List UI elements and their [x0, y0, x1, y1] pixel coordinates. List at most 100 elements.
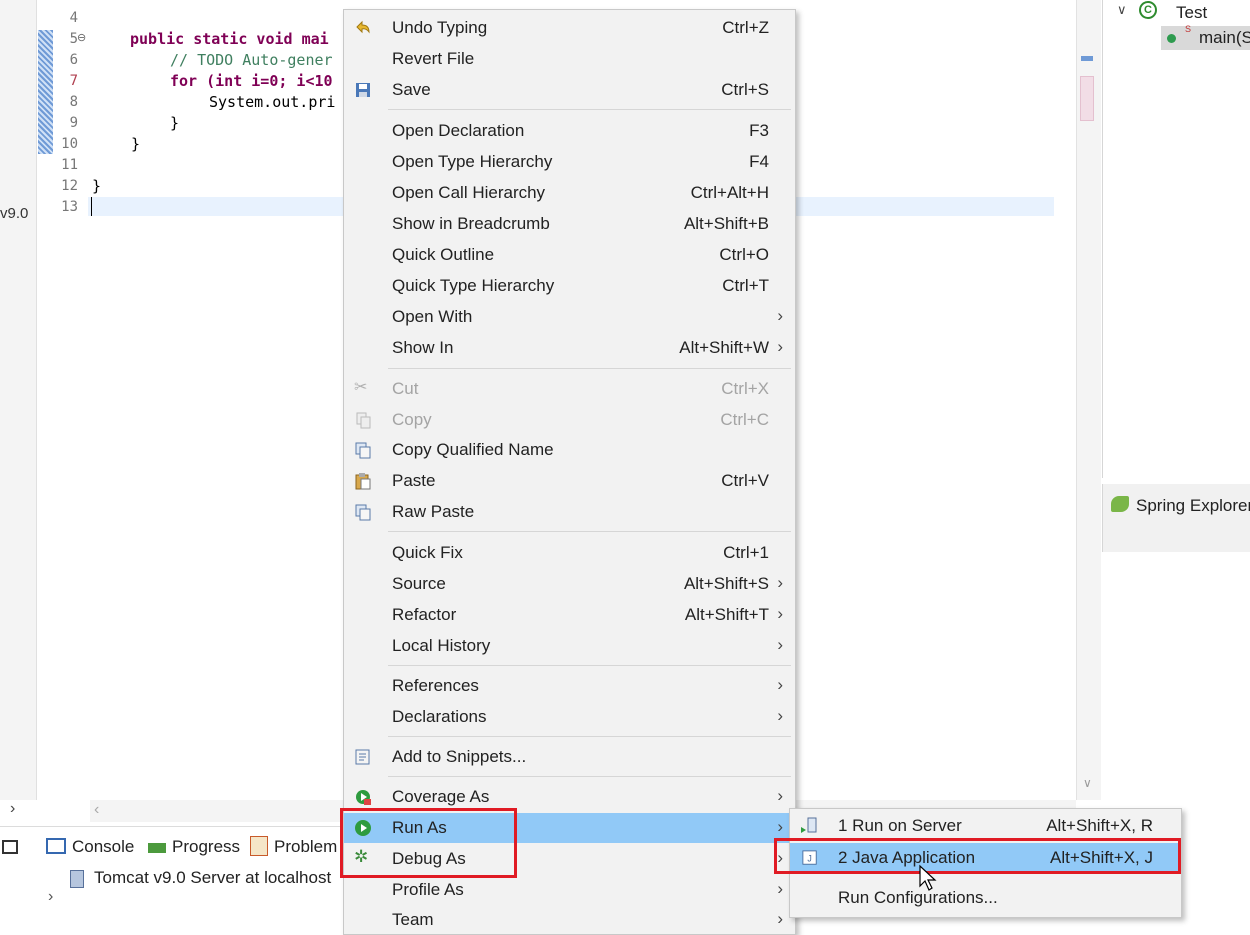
line-number: 7 [69, 73, 78, 89]
menu-item-open-type-hierarchy[interactable]: Open Type Hierarchy F4 [344, 147, 795, 177]
menu-item-show-in-breadcrumb[interactable]: Show in Breadcrumb Alt+Shift+B [344, 209, 795, 239]
copy-icon [356, 412, 371, 429]
menu-item-profile-as[interactable]: Profile As › [344, 875, 795, 905]
submenu-item-run-on-server[interactable]: 1 Run on Server Alt+Shift+X, R [790, 811, 1181, 841]
menu-item-references[interactable]: References › [344, 671, 795, 701]
code-line[interactable]: } [92, 177, 101, 195]
line-number: 5 [69, 31, 78, 47]
fold-icon[interactable]: ⊖ [77, 31, 86, 44]
tab-problems[interactable]: Problem [250, 832, 337, 862]
submenu-arrow-icon: › [777, 817, 783, 836]
server-entry[interactable]: Tomcat v9.0 Server at localhost [94, 868, 331, 888]
menu-item-undo-typing[interactable]: Undo Typing Ctrl+Z [344, 13, 795, 43]
paste-icon [355, 473, 371, 490]
menu-item-open-declaration[interactable]: Open Declaration F3 [344, 116, 795, 146]
menu-separator [388, 368, 791, 369]
menu-item-quick-fix[interactable]: Quick Fix Ctrl+1 [344, 538, 795, 568]
snippets-icon [355, 749, 370, 765]
static-marker-icon: S [1185, 24, 1192, 34]
undo-icon [356, 20, 370, 34]
progress-icon [148, 843, 166, 853]
code-line[interactable]: // TODO Auto-gener [170, 51, 333, 69]
menu-item-quick-type-hierarchy[interactable]: Quick Type Hierarchy Ctrl+T [344, 271, 795, 301]
line-number: 4 [69, 10, 78, 26]
spring-explorer-tab[interactable]: Spring Explorer [1136, 496, 1250, 516]
mouse-cursor-icon [919, 864, 937, 891]
annotation-box-java-application [774, 838, 1181, 874]
text-cursor [91, 197, 92, 216]
submenu-arrow-icon: › [777, 879, 783, 898]
outline-panel: ∨ C Test S main(S [1102, 0, 1250, 478]
line-number: 13 [61, 199, 78, 215]
tree-expand-icon[interactable]: › [48, 888, 53, 906]
line-number: 6 [69, 52, 78, 68]
line-number: 11 [61, 157, 78, 173]
tab-progress[interactable]: Progress [148, 832, 240, 862]
menu-item-local-history[interactable]: Local History › [344, 631, 795, 661]
spring-explorer-panel: Spring Explorer [1102, 484, 1250, 552]
menu-item-declarations[interactable]: Declarations › [344, 702, 795, 732]
expand-arrow-icon[interactable]: › [10, 800, 15, 818]
tree-collapse-icon[interactable]: ∨ [1117, 2, 1127, 18]
spring-leaf-icon [1111, 496, 1129, 512]
submenu-arrow-icon: › [777, 604, 783, 623]
scroll-thumb[interactable] [1080, 76, 1094, 121]
menu-separator [388, 531, 791, 532]
menu-item-copy-qualified-name[interactable]: Copy Qualified Name [344, 435, 795, 465]
menu-separator [388, 109, 791, 110]
menu-item-raw-paste[interactable]: Raw Paste [344, 497, 795, 527]
console-icon [46, 838, 66, 854]
submenu-item-run-configurations[interactable]: Run Configurations... [790, 883, 1181, 913]
menu-item-team[interactable]: Team › [344, 905, 795, 935]
outline-selected-row[interactable]: S main(S [1161, 24, 1250, 50]
submenu-arrow-icon: › [777, 675, 783, 694]
submenu-arrow-icon: › [777, 306, 783, 325]
copy-qualified-icon [355, 442, 371, 459]
outline-class-name[interactable]: Test [1176, 3, 1207, 23]
outline-method-name[interactable]: main(S [1199, 28, 1250, 48]
server-icon [801, 817, 817, 833]
class-icon: C [1139, 1, 1157, 19]
menu-item-open-call-hierarchy[interactable]: Open Call Hierarchy Ctrl+Alt+H [344, 178, 795, 208]
public-method-icon [1167, 34, 1176, 43]
change-ruler [38, 30, 53, 154]
menu-item-source[interactable]: Source Alt+Shift+S › [344, 569, 795, 599]
menu-item-show-in[interactable]: Show In Alt+Shift+W › [344, 333, 795, 363]
code-line[interactable]: for (int i=0; i<10 [170, 72, 333, 90]
menu-item-open-with[interactable]: Open With › [344, 302, 795, 332]
editor-left-margin [0, 0, 37, 800]
occurrence-marker[interactable] [1081, 56, 1093, 61]
left-truncated-text: v9.0 [0, 205, 29, 222]
minimize-icon[interactable] [2, 840, 18, 854]
menu-item-revert-file[interactable]: Revert File [344, 44, 795, 74]
code-line[interactable]: public static void mai [130, 30, 329, 48]
menu-item-refactor[interactable]: Refactor Alt+Shift+T › [344, 600, 795, 630]
menu-separator [388, 736, 791, 737]
submenu-arrow-icon: › [777, 573, 783, 592]
code-line[interactable]: System.out.pri [209, 93, 335, 111]
scroll-down-icon[interactable]: ∨ [1083, 776, 1092, 790]
menu-item-copy[interactable]: Copy Ctrl+C [344, 405, 795, 435]
code-line[interactable]: } [170, 114, 179, 132]
line-number: 9 [69, 115, 78, 131]
tab-console[interactable]: Console [46, 832, 134, 862]
raw-paste-icon [355, 504, 371, 521]
editor-overview-ruler[interactable]: ∨ [1076, 0, 1101, 800]
submenu-arrow-icon: › [777, 706, 783, 725]
menu-item-quick-outline[interactable]: Quick Outline Ctrl+O [344, 240, 795, 270]
menu-separator [388, 776, 791, 777]
menu-separator [388, 665, 791, 666]
menu-item-add-to-snippets[interactable]: Add to Snippets... [344, 742, 795, 772]
menu-item-save[interactable]: Save Ctrl+S [344, 75, 795, 105]
line-number: 8 [69, 94, 78, 110]
submenu-arrow-icon: › [777, 635, 783, 654]
annotation-box-run-debug [340, 808, 517, 878]
coverage-icon [356, 790, 371, 805]
line-number: 10 [61, 136, 78, 152]
menu-item-cut[interactable]: ✂ Cut Ctrl+X [344, 374, 795, 404]
menu-item-paste[interactable]: Paste Ctrl+V [344, 466, 795, 496]
problems-icon [250, 836, 268, 856]
scroll-left-icon[interactable]: ‹ [94, 801, 99, 819]
code-line[interactable]: } [131, 135, 140, 153]
context-menu: Undo Typing Ctrl+Z Revert File Save Ctrl+S… [343, 9, 796, 935]
